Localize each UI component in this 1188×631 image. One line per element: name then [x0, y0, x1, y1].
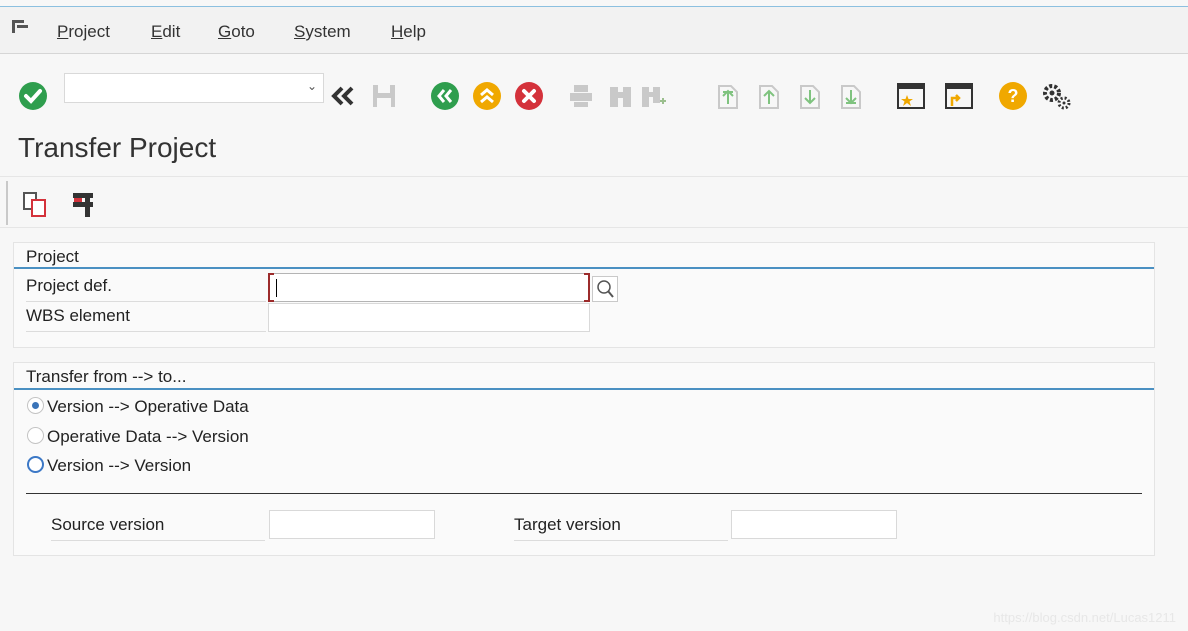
target-version-field[interactable] — [731, 510, 897, 539]
source-version-field[interactable] — [269, 510, 435, 539]
group-title-line — [14, 388, 1154, 390]
shortcut-icon[interactable] — [944, 81, 974, 111]
svg-text:?: ? — [1008, 86, 1019, 106]
wbs-element-label: WBS element — [26, 306, 266, 332]
transfer-icon[interactable] — [68, 189, 98, 219]
enter-icon[interactable] — [18, 81, 48, 111]
group-title-line — [14, 267, 1154, 269]
back-double-arrow-icon[interactable] — [330, 85, 356, 107]
back-icon[interactable] — [430, 81, 460, 111]
menu-help[interactable]: Help — [391, 22, 426, 42]
search-icon — [597, 280, 614, 298]
create-session-icon[interactable] — [896, 81, 926, 111]
menu-project-rest: roject — [68, 22, 110, 41]
radio-version-to-operative[interactable]: Version --> Operative Data — [27, 397, 249, 417]
copy-icon[interactable] — [22, 191, 50, 219]
radio-button[interactable] — [27, 427, 44, 444]
text-cursor — [276, 279, 277, 297]
menu-goto[interactable]: Goto — [218, 22, 255, 42]
menu-bar: Project Edit Goto System Help — [0, 6, 1188, 54]
chevron-down-icon[interactable]: ⌄ — [307, 79, 317, 93]
find-icon[interactable] — [608, 83, 634, 109]
page-title: Transfer Project — [18, 132, 217, 163]
menu-edit[interactable]: Edit — [151, 22, 180, 42]
value-help-button[interactable] — [592, 276, 618, 302]
system-toolbar: ⌄ ? — [0, 55, 1188, 127]
watermark: https://blog.csdn.net/Lucas1211 — [993, 610, 1176, 625]
radio-button-selected[interactable] — [27, 397, 44, 414]
find-next-icon[interactable] — [640, 83, 668, 109]
previous-page-icon[interactable] — [754, 82, 782, 110]
menu-icon[interactable] — [12, 20, 28, 33]
transfer-group-title: Transfer from --> to... — [26, 367, 187, 386]
divider — [26, 493, 1142, 494]
exit-icon[interactable] — [472, 81, 502, 111]
radio-version-to-version[interactable]: Version --> Version — [27, 456, 191, 476]
last-page-icon[interactable] — [836, 82, 864, 110]
cancel-icon[interactable] — [514, 81, 544, 111]
target-version-label: Target version — [514, 515, 728, 541]
application-toolbar — [0, 176, 1188, 228]
customize-layout-icon[interactable] — [1040, 81, 1072, 111]
radio-button-focused[interactable] — [27, 456, 44, 473]
menu-system[interactable]: System — [294, 22, 351, 42]
next-page-icon[interactable] — [795, 82, 823, 110]
help-icon[interactable]: ? — [998, 81, 1028, 111]
command-field[interactable]: ⌄ — [64, 73, 324, 103]
wbs-element-field[interactable] — [268, 303, 590, 332]
save-icon[interactable] — [371, 83, 397, 109]
print-icon[interactable] — [568, 83, 594, 109]
radio-operative-to-version[interactable]: Operative Data --> Version — [27, 427, 249, 447]
project-def-label: Project def. — [26, 276, 266, 302]
source-version-label: Source version — [51, 515, 265, 541]
project-group-title: Project — [26, 247, 79, 266]
toolbar-separator — [6, 181, 8, 225]
project-def-field[interactable] — [268, 273, 590, 302]
first-page-icon[interactable] — [713, 82, 741, 110]
menu-project[interactable]: Project — [57, 22, 110, 42]
